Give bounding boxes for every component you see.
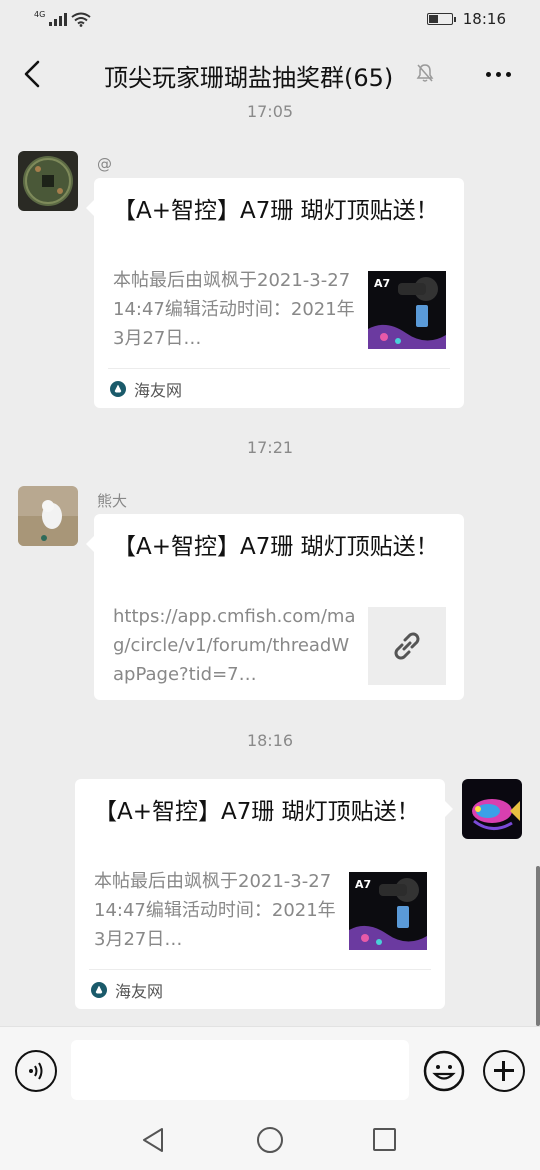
nav-home-icon[interactable]	[257, 1127, 283, 1153]
time-divider: 18:16	[246, 731, 294, 750]
time-divider: 17:05	[246, 102, 294, 121]
nav-recent-icon[interactable]	[373, 1128, 396, 1151]
card-source: 海友网	[108, 368, 450, 408]
status-left: 4G	[34, 10, 91, 27]
link-card[interactable]: 【A+智控】A7珊 瑚灯顶贴送！ https://app.cmfish.com/…	[86, 514, 464, 700]
chat-title-bar: 顶尖玩家珊瑚盐抽奖群(65)	[0, 38, 540, 110]
article-card[interactable]: 【A+智控】A7珊 瑚灯顶贴送！ 本帖最后由飒枫于2021-3-2714:47编…	[86, 178, 464, 408]
emoji-button[interactable]	[423, 1050, 465, 1092]
article-card[interactable]: 【A+智控】A7珊 瑚灯顶贴送！ 本帖最后由飒枫于2021-3-2714:47编…	[75, 779, 453, 1009]
battery-icon	[426, 13, 456, 25]
system-navigation-bar	[0, 1106, 540, 1170]
own-avatar[interactable]	[462, 779, 522, 839]
status-right: 18:16	[426, 10, 506, 28]
wifi-icon	[71, 12, 91, 27]
link-thumbnail	[368, 607, 446, 685]
battery-level	[428, 15, 439, 23]
card-title: 【A+智控】A7珊 瑚灯顶贴送！	[94, 799, 420, 825]
time-divider: 17:21	[246, 438, 294, 457]
status-time: 18:16	[462, 10, 506, 28]
mute-bell-icon	[416, 64, 434, 82]
thumb-label: A7	[374, 277, 390, 290]
sender-name: 熊大	[97, 492, 128, 510]
card-url: https://app.cmfish.com/mag/circle/v1/for…	[113, 606, 356, 685]
card-title: 【A+智控】A7珊 瑚灯顶贴送！	[113, 534, 439, 560]
avatar[interactable]	[18, 151, 78, 211]
product-image-icon: A7	[349, 872, 427, 950]
status-bar: 4G 18:16	[0, 0, 540, 38]
fish-avatar-icon	[462, 779, 522, 839]
dot-icon	[505, 71, 511, 77]
chat-message-list[interactable]: 17:05 @ 【A+智控】A7珊 瑚灯顶贴送！ 本帖最后由飒枫于2021-3-…	[0, 102, 540, 1026]
link-icon	[394, 632, 420, 660]
dot-icon	[485, 71, 491, 77]
article-thumbnail: A7	[368, 271, 446, 349]
card-description: 本帖最后由飒枫于2021-3-2714:47编辑活动时间：2021年3月27日…	[94, 871, 336, 950]
scrollbar[interactable]	[536, 866, 540, 1026]
card-source: 海友网	[89, 969, 431, 1009]
back-button[interactable]	[14, 52, 50, 96]
voice-icon	[29, 1062, 43, 1080]
pebble-avatar-icon	[18, 486, 78, 546]
signal-icon	[49, 13, 68, 26]
card-description: 本帖最后由飒枫于2021-3-2714:47编辑活动时间：2021年3月27日…	[113, 270, 355, 349]
sender-name: @	[97, 155, 112, 173]
emoji-icon	[423, 1050, 465, 1092]
source-name: 海友网	[115, 981, 164, 1001]
article-thumbnail: A7	[349, 872, 427, 950]
more-options-button[interactable]	[478, 56, 518, 92]
source-name: 海友网	[134, 380, 183, 400]
network-label: 4G	[34, 10, 46, 19]
product-image-icon: A7	[368, 271, 446, 349]
thumb-label: A7	[355, 878, 371, 891]
nav-back-icon[interactable]	[140, 1126, 166, 1154]
voice-input-button[interactable]	[15, 1050, 57, 1092]
source-logo-icon	[110, 380, 126, 397]
dot-icon	[495, 71, 501, 77]
message-input[interactable]	[71, 1040, 409, 1100]
chat-title: 顶尖玩家珊瑚盐抽奖群(65)	[104, 64, 394, 92]
avatar[interactable]	[18, 486, 78, 546]
card-title: 【A+智控】A7珊 瑚灯顶贴送！	[113, 198, 439, 224]
input-bar	[0, 1026, 540, 1106]
source-logo-icon	[91, 981, 107, 998]
more-functions-button[interactable]	[483, 1050, 525, 1092]
chevron-left-icon	[24, 60, 40, 88]
coin-avatar-icon	[18, 151, 78, 211]
